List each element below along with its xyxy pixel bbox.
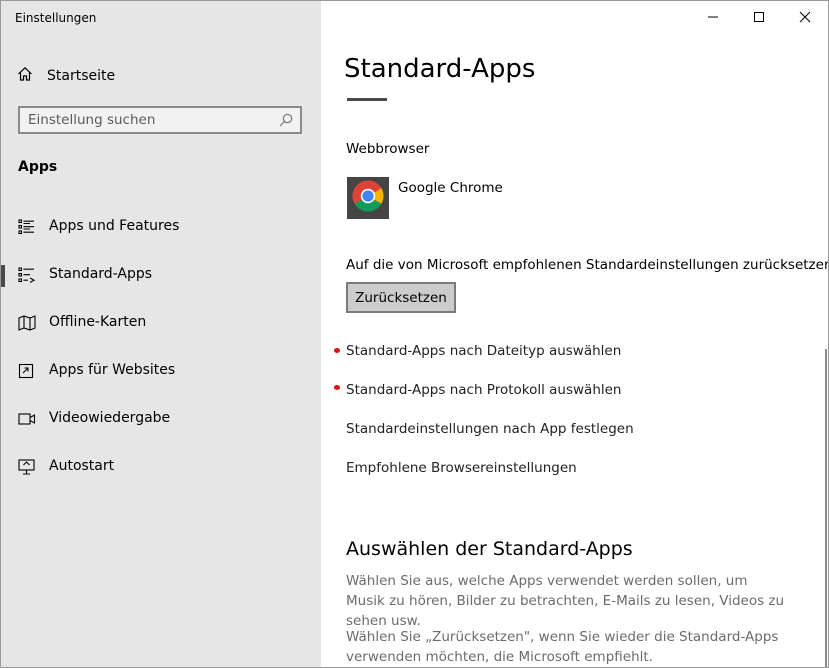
search-box[interactable] <box>18 106 302 134</box>
link-browser-settings[interactable]: Empfohlene Browsereinstellungen <box>346 460 577 476</box>
link-by-file-type[interactable]: Standard-Apps nach Dateityp auswählen <box>346 343 621 359</box>
sidebar-item-apps-for-websites[interactable]: Apps für Websites <box>1 353 321 389</box>
sidebar-item-label: Offline-Karten <box>49 314 147 330</box>
home-label: Startseite <box>47 68 116 84</box>
webbrowser-label: Webbrowser <box>346 141 430 157</box>
home-icon <box>17 66 33 86</box>
sidebar-item-label: Videowiedergabe <box>49 410 171 426</box>
sidebar-item-label: Standard-Apps <box>49 266 153 282</box>
home-link[interactable]: Startseite <box>17 65 115 87</box>
sidebar-item-label: Apps und Features <box>49 218 180 234</box>
section-heading: Apps <box>18 159 58 175</box>
link-by-protocol[interactable]: Standard-Apps nach Protokoll auswählen <box>346 382 622 398</box>
reset-button[interactable]: Zurücksetzen <box>346 282 456 313</box>
sidebar-item-startup[interactable]: Autostart <box>1 449 321 485</box>
annotation-dot <box>334 385 340 390</box>
sidebar-item-offline-maps[interactable]: Offline-Karten <box>1 305 321 341</box>
startup-icon <box>18 459 36 475</box>
reset-description: Auf die von Microsoft empfohlenen Standa… <box>346 257 829 273</box>
chrome-icon <box>351 179 385 217</box>
main-content: Standard-Apps Webbrowser Google Chrome A… <box>321 1 828 667</box>
default-apps-icon <box>18 267 36 283</box>
search-input[interactable] <box>28 111 273 129</box>
page-title: Standard-Apps <box>344 54 536 84</box>
settings-window: Einstellungen Startseite Apps <box>0 0 829 668</box>
window-title: Einstellungen <box>15 11 97 25</box>
annotation-dot <box>334 348 340 353</box>
sidebar-item-label: Apps für Websites <box>49 362 176 378</box>
apps-features-icon <box>18 219 36 235</box>
sidebar-item-apps-features[interactable]: Apps und Features <box>1 209 321 245</box>
section-heading-choose-defaults: Auswählen der Standard-Apps <box>346 538 633 560</box>
sidebar-item-default-apps[interactable]: Standard-Apps <box>1 257 321 293</box>
scrollbar[interactable] <box>825 349 827 667</box>
sidebar: Einstellungen Startseite Apps <box>1 1 321 667</box>
default-browser-tile[interactable] <box>347 177 389 219</box>
title-underline <box>347 98 387 101</box>
sidebar-item-label: Autostart <box>49 458 115 474</box>
description-paragraph: Wählen Sie „Zurücksetzen", wenn Sie wied… <box>346 629 779 665</box>
apps-for-websites-icon <box>18 363 36 379</box>
browser-name[interactable]: Google Chrome <box>398 180 503 196</box>
video-playback-icon <box>18 411 36 427</box>
sidebar-item-video-playback[interactable]: Videowiedergabe <box>1 401 321 437</box>
link-by-app[interactable]: Standardeinstellungen nach App festlegen <box>346 421 634 437</box>
selection-indicator <box>1 265 5 287</box>
search-icon[interactable] <box>278 112 294 132</box>
offline-maps-icon <box>18 315 36 331</box>
description-paragraph: Wählen Sie aus, welche Apps verwendet we… <box>346 573 785 629</box>
